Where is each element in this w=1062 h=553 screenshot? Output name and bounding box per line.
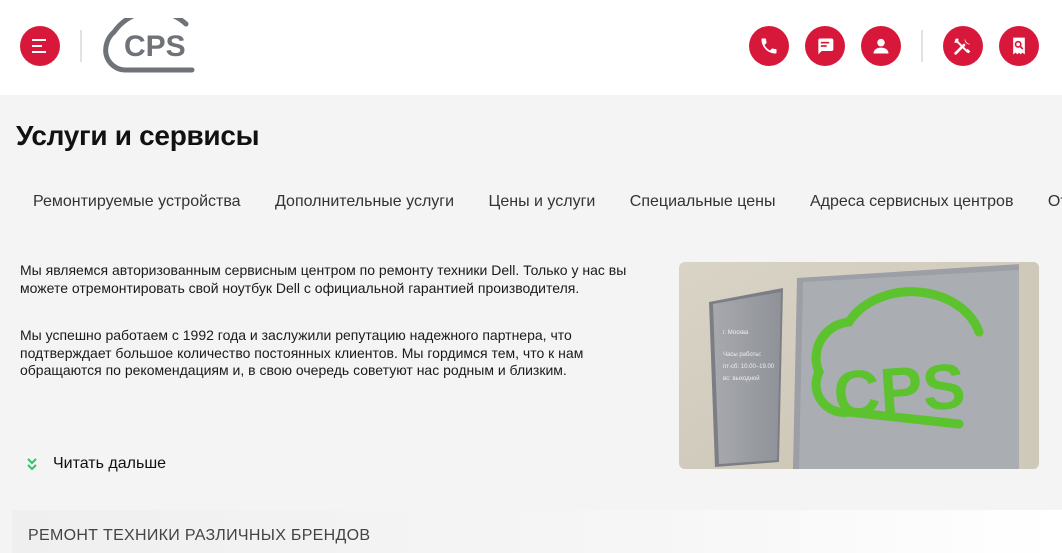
svg-text:пт-сб: 10.00–19.00: пт-сб: 10.00–19.00 [723,364,775,370]
svg-text:Часы работы:: Часы работы: [723,352,762,358]
tab-service-center-addresses[interactable]: Адреса сервисных центров [795,192,1029,212]
service-tabs: Ремонтируемые устройства Дополнительные … [18,192,1062,216]
header-divider [80,30,82,62]
cps-logo[interactable]: CPS [100,8,200,74]
page-title: Услуги и сервисы [16,120,260,151]
svg-text:вс: выходной: вс: выходной [723,375,760,382]
tab-repairable-devices[interactable]: Ремонтируемые устройства [18,192,256,212]
intro-text: Мы являемся авторизованным сервисным цен… [20,262,640,410]
user-button[interactable] [861,26,901,66]
menu-button[interactable] [20,26,60,66]
site-header: CPS [0,0,1062,95]
tab-additional-services[interactable]: Дополнительные услуги [260,192,469,212]
svg-text:CPS: CPS [124,30,186,63]
tools-icon [954,38,971,55]
intro-paragraph: Мы являемся авторизованным сервисным цен… [20,262,627,296]
menu-icon [32,39,46,53]
double-chevron-down-icon [27,458,37,471]
office-sign-photo: г. Москва Часы работы: пт-сб: 10.00–19.0… [679,262,1039,469]
tab-reviews[interactable]: Отзывы [1033,192,1062,212]
svg-text:г. Москва: г. Москва [723,330,749,336]
header-divider [921,30,923,62]
brands-section-title: РЕМОНТ ТЕХНИКИ РАЗЛИЧНЫХ БРЕНДОВ [28,527,371,544]
logo-mark: CPS [103,8,195,73]
tab-special-prices[interactable]: Специальные цены [615,192,791,212]
phone-button[interactable] [749,26,789,66]
read-more-label: Читать дальше [53,455,167,472]
search-icon [1013,37,1025,55]
chat-icon [818,38,834,55]
user-icon [873,38,889,54]
phone-icon [761,38,777,54]
chat-button[interactable] [805,26,845,66]
read-more-link[interactable]: Читать дальше [24,455,166,473]
tab-prices-services[interactable]: Цены и услуги [474,192,611,212]
intro-paragraph: Мы успешно работаем с 1992 года и заслуж… [20,327,584,378]
service-tools-button[interactable] [943,26,983,66]
search-button[interactable] [999,26,1039,66]
svg-text:CPS: CPS [831,349,967,430]
